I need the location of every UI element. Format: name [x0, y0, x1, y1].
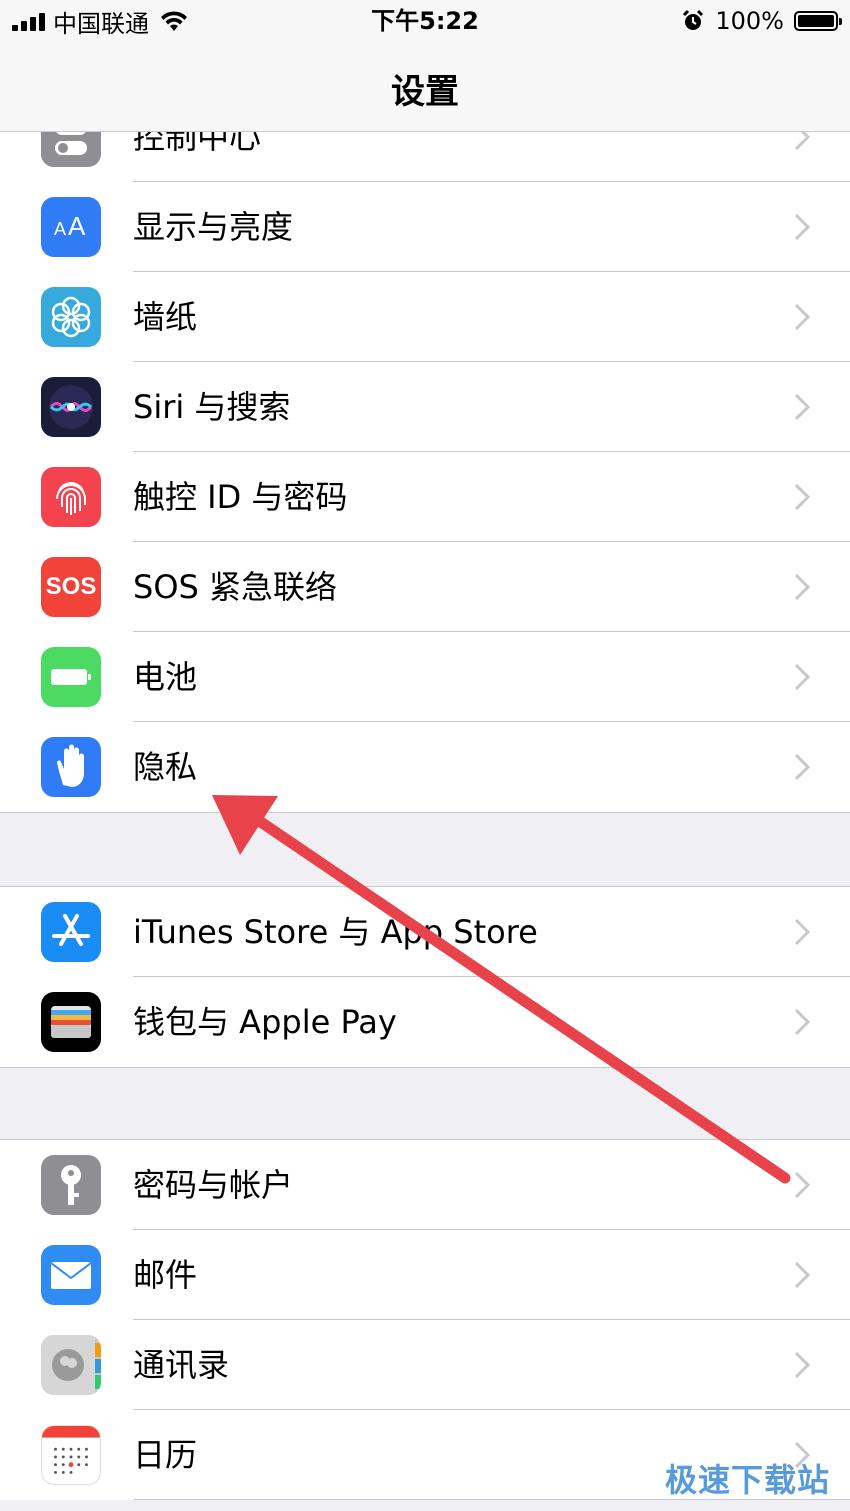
status-bar: 中国联通 下午5:22 100% — [0, 0, 850, 44]
sos-icon: SOS — [41, 557, 101, 617]
siri-icon — [41, 377, 101, 437]
mail-icon — [41, 1245, 101, 1305]
display-brightness-icon: A A — [41, 197, 101, 257]
wallet-icon — [41, 992, 101, 1052]
settings-row-privacy[interactable]: 隐私 — [0, 722, 850, 812]
settings-row-wallet[interactable]: 钱包与 Apple Pay — [0, 977, 850, 1067]
settings-row-app-store[interactable]: iTunes Store 与 App Store — [0, 887, 850, 977]
chevron-right-icon — [794, 1171, 810, 1199]
settings-row-display-brightness[interactable]: A A 显示与亮度 — [0, 182, 850, 272]
settings-group-1: 控制中心 A A 显示与亮度 墙纸 Siri 与搜索 触控 ID 与密码 SOS… — [0, 92, 850, 813]
battery-percent: 100% — [715, 7, 784, 35]
chevron-right-icon — [794, 1351, 810, 1379]
svg-text:A: A — [54, 219, 66, 239]
row-label: 触控 ID 与密码 — [133, 478, 348, 516]
settings-row-battery[interactable]: 电池 — [0, 632, 850, 722]
chevron-right-icon — [794, 753, 810, 781]
row-label: Siri 与搜索 — [133, 388, 291, 426]
chevron-right-icon — [794, 663, 810, 691]
chevron-right-icon — [794, 573, 810, 601]
row-label: 通讯录 — [133, 1346, 230, 1384]
row-label: 密码与帐户 — [133, 1166, 294, 1204]
chevron-right-icon — [794, 393, 810, 421]
row-label: 隐私 — [133, 748, 198, 786]
row-label: 显示与亮度 — [133, 208, 294, 246]
settings-row-touch-id[interactable]: 触控 ID 与密码 — [0, 452, 850, 542]
battery-fill — [798, 15, 834, 27]
navigation-bar: 设置 — [0, 44, 850, 132]
calendar-icon — [41, 1425, 101, 1485]
page-title: 设置 — [391, 72, 459, 112]
chevron-right-icon — [794, 303, 810, 331]
settings-row-contacts[interactable]: 通讯录 — [0, 1320, 850, 1410]
contacts-icon — [41, 1335, 101, 1395]
chevron-right-icon — [794, 483, 810, 511]
row-label: SOS 紧急联络 — [133, 568, 337, 606]
svg-text:A: A — [68, 211, 86, 241]
row-label: 墙纸 — [133, 298, 198, 336]
settings-row-wallpaper[interactable]: 墙纸 — [0, 272, 850, 362]
row-label: 日历 — [133, 1436, 198, 1474]
settings-group-2: iTunes Store 与 App Store 钱包与 Apple Pay — [0, 886, 850, 1068]
watermark-logo: 极速下载站 — [664, 1461, 830, 1499]
key-icon — [41, 1155, 101, 1215]
row-label: iTunes Store 与 App Store — [133, 913, 538, 951]
battery-icon — [41, 647, 101, 707]
app-store-icon — [41, 902, 101, 962]
settings-group-3: 密码与帐户 邮件 通讯录 日历 — [0, 1139, 850, 1500]
alarm-clock-icon — [683, 9, 704, 30]
settings-row-sos[interactable]: SOS SOS 紧急联络 — [0, 542, 850, 632]
settings-row-passwords-accounts[interactable]: 密码与帐户 — [0, 1140, 850, 1230]
settings-row-mail[interactable]: 邮件 — [0, 1230, 850, 1320]
sos-icon-text: SOS — [45, 573, 97, 600]
touch-id-icon — [41, 467, 101, 527]
chevron-right-icon — [794, 1008, 810, 1036]
chevron-right-icon — [794, 1261, 810, 1289]
settings-row-siri[interactable]: Siri 与搜索 — [0, 362, 850, 452]
row-label: 电池 — [133, 658, 198, 696]
privacy-hand-icon — [41, 737, 101, 797]
row-label: 邮件 — [133, 1256, 198, 1294]
wallpaper-icon — [41, 287, 101, 347]
battery-icon — [794, 11, 842, 31]
chevron-right-icon — [794, 213, 810, 241]
row-label: 钱包与 Apple Pay — [133, 1003, 397, 1041]
chevron-right-icon — [794, 918, 810, 946]
